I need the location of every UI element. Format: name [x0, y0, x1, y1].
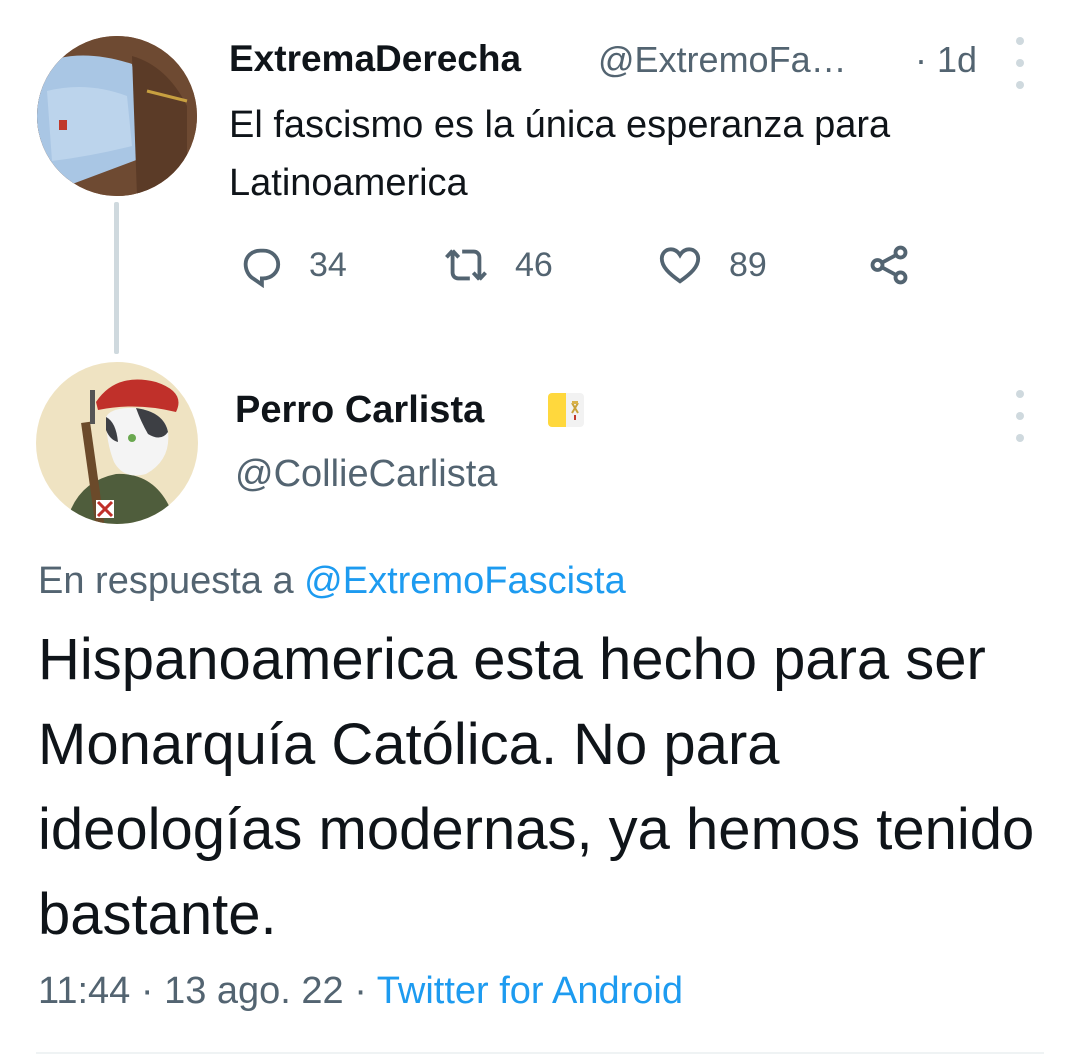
divider — [36, 1052, 1044, 1054]
share-icon — [870, 245, 908, 285]
retweet-count: 46 — [515, 245, 553, 284]
share-button[interactable] — [866, 242, 912, 288]
tweet2-handle[interactable]: @CollieCarlista — [235, 453, 497, 496]
tweet2-source-link[interactable]: Twitter for Android — [377, 970, 683, 1012]
vatican-flag-icon — [548, 393, 584, 427]
tweet2-time[interactable]: 11:44 — [38, 970, 130, 1012]
tweet1-time[interactable]: · 1d — [915, 39, 977, 81]
like-button[interactable]: 89 — [657, 242, 767, 288]
more-icon[interactable] — [1013, 37, 1027, 89]
reply-icon — [243, 248, 281, 288]
avatar-extremaderecha[interactable] — [37, 36, 197, 196]
separator: · — [130, 970, 165, 1012]
replying-to-link[interactable]: @ExtremoFascista — [304, 560, 626, 602]
reply-count: 34 — [309, 245, 347, 284]
tweet1-text: El fascismo es la única esperanza para L… — [229, 104, 891, 204]
like-count: 89 — [729, 245, 767, 284]
thread-connector — [114, 202, 119, 354]
avatar-perrocarlista[interactable] — [36, 362, 198, 524]
reply-button[interactable]: 34 — [237, 242, 347, 288]
replying-to-line: En respuesta a @ExtremoFascista — [38, 560, 626, 603]
tweet1-display-name[interactable]: ExtremaDerecha — [229, 38, 521, 80]
retweet-icon — [445, 249, 487, 281]
tweet2-text: Hispanoamerica esta hecho para ser Monar… — [38, 627, 1035, 947]
tweet2-meta: 11:44 · 13 ago. 22 · Twitter for Android — [38, 970, 683, 1013]
retweet-button[interactable]: 46 — [443, 242, 553, 288]
replying-prefix: En respuesta a — [38, 560, 305, 602]
tweet1-handle[interactable]: @ExtremoFa… — [598, 39, 847, 81]
tweet2-date[interactable]: 13 ago. 22 — [164, 970, 344, 1012]
separator: · — [343, 970, 377, 1012]
tweet2-display-name[interactable]: Perro Carlista — [235, 389, 484, 432]
like-icon — [659, 247, 701, 284]
more-icon[interactable] — [1013, 390, 1027, 442]
